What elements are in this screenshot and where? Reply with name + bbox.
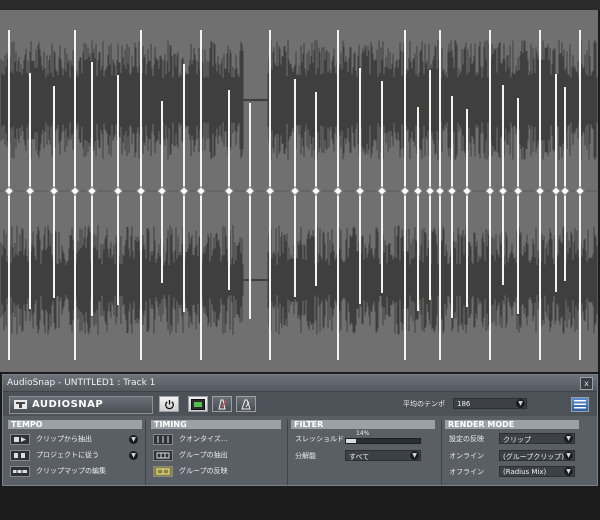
apply-groove-icon (153, 465, 173, 477)
apply-settings-label: 設定の反映 (449, 435, 484, 443)
list-icon (574, 400, 586, 409)
extract-tempo-icon (10, 433, 30, 445)
chevron-down-icon: ▼ (564, 467, 573, 476)
snap-pool-button[interactable] (188, 396, 208, 412)
filter-header: FILTER (291, 420, 435, 429)
online-value: (グループクリップ) (503, 453, 565, 461)
average-tempo-value: 186 (457, 400, 471, 408)
metronome-button[interactable] (212, 396, 232, 412)
close-button[interactable]: x (580, 377, 593, 390)
threshold-fill (346, 439, 357, 443)
resolution-select[interactable]: すべて ▼ (345, 450, 421, 461)
render-mode-header: RENDER MODE (445, 420, 579, 429)
timing-section: TIMING クオンタイズ... グループの抽出 グループの反映 (151, 420, 281, 484)
apply-groove-row[interactable]: グループの反映 (153, 465, 228, 477)
online-select[interactable]: (グループクリップ) ▼ (499, 450, 575, 461)
follow-project-row[interactable]: プロジェクトに従う (10, 449, 99, 461)
threshold-value: 14% (356, 430, 370, 437)
chevron-down-icon: ▼ (564, 451, 573, 460)
audiosnap-label: AUDIOSNAP (32, 399, 104, 410)
panel-titlebar[interactable]: AudioSnap - UNTITLED1 : Track 1 x (3, 375, 597, 392)
divider (145, 419, 146, 485)
audiosnap-logo-icon (14, 400, 27, 409)
divider (287, 419, 288, 485)
tempo-header: TEMPO (8, 420, 142, 429)
edit-clip-map-label: クリップマップの編集 (36, 467, 106, 475)
follow-project-dropdown[interactable]: ▼ (129, 451, 138, 460)
list-view-button[interactable] (571, 397, 589, 412)
extract-from-clip-row[interactable]: クリップから抽出 (10, 433, 92, 445)
follow-project-icon (10, 449, 30, 461)
panel-title: AudioSnap - UNTITLED1 : Track 1 (7, 378, 156, 388)
stretch-icon (241, 399, 251, 409)
quantize-label: クオンタイズ... (179, 435, 228, 443)
pool-icon (191, 398, 205, 410)
apply-groove-label: グループの反映 (179, 467, 228, 475)
offline-select[interactable]: (Radius Mix) ▼ (499, 466, 575, 477)
threshold-label: スレッショルド (295, 435, 344, 443)
tempo-section: TEMPO クリップから抽出 ▼ プロジェクトに従う ▼ クリップマップの編集 (8, 420, 142, 484)
extract-from-clip-label: クリップから抽出 (36, 435, 92, 443)
timing-header: TIMING (151, 420, 281, 429)
online-label: オンライン (449, 452, 484, 460)
extract-groove-label: グループの抽出 (179, 451, 228, 459)
apply-settings-value: クリップ (503, 436, 531, 444)
stretch-button[interactable] (236, 396, 256, 412)
metronome-icon (218, 399, 227, 409)
extract-groove-icon (153, 449, 173, 461)
threshold-slider[interactable]: 14% (345, 430, 421, 444)
average-tempo-label: 平均のテンポ (403, 400, 445, 408)
waveform-view[interactable] (0, 0, 600, 374)
chevron-down-icon: ▼ (516, 399, 525, 408)
average-tempo-select[interactable]: 186 ▼ (453, 398, 527, 409)
offline-label: オフライン (449, 468, 484, 476)
extract-groove-row[interactable]: グループの抽出 (153, 449, 228, 461)
audiosnap-panel: AudioSnap - UNTITLED1 : Track 1 x AUDIOS… (2, 374, 598, 486)
quantize-icon (153, 433, 173, 445)
chevron-down-icon: ▼ (410, 451, 419, 460)
apply-settings-select[interactable]: クリップ ▼ (499, 433, 575, 444)
edit-clip-map-row[interactable]: クリップマップの編集 (10, 465, 106, 477)
panel-toolbar: AUDIOSNAP 平均のテンポ 186 ▼ (3, 392, 597, 416)
chevron-down-icon: ▼ (564, 434, 573, 443)
quantize-row[interactable]: クオンタイズ... (153, 433, 227, 445)
power-icon (164, 399, 174, 409)
resolution-value: すべて (349, 453, 370, 461)
follow-project-label: プロジェクトに従う (36, 451, 99, 459)
audiosnap-brand: AUDIOSNAP (9, 396, 153, 414)
extract-options-dropdown[interactable]: ▼ (129, 435, 138, 444)
offline-value: (Radius Mix) (503, 468, 547, 476)
resolution-label: 分解能 (295, 452, 316, 460)
power-button[interactable] (159, 396, 179, 412)
clip-map-icon (10, 465, 30, 477)
divider (441, 419, 442, 485)
